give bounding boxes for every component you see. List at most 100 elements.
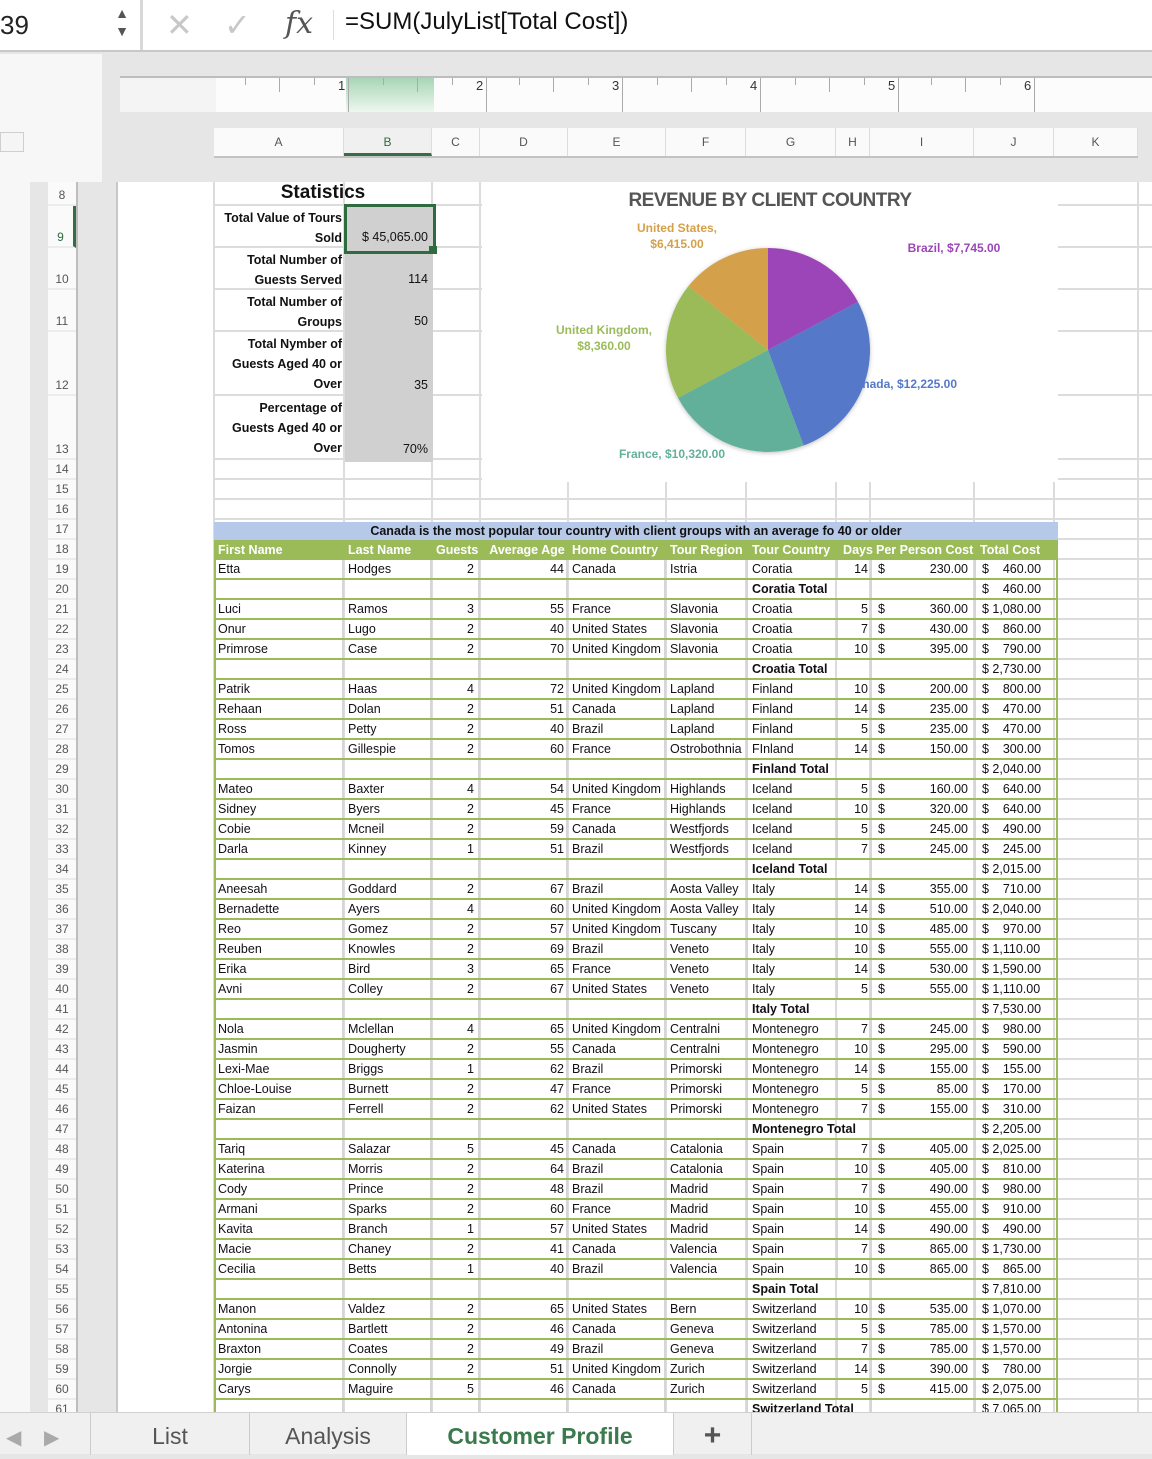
cell-pp[interactable]: $455.00 — [874, 1200, 976, 1218]
column-header-c[interactable]: C — [432, 128, 480, 156]
cell-days[interactable]: 14 — [840, 700, 872, 718]
table-row[interactable]: Reuben Knowles 2 69 Brazil Veneto Italy 10 $555.… — [214, 940, 1058, 960]
cell-age[interactable]: 65 — [482, 1300, 568, 1318]
cell-home[interactable]: Canada — [570, 1320, 666, 1338]
cell-last[interactable]: Kinney — [346, 840, 432, 858]
cell-guests[interactable]: 2 — [434, 1320, 480, 1338]
cell-days[interactable]: 7 — [840, 1100, 872, 1118]
cell-country[interactable]: Switzerland Total — [750, 1400, 870, 1412]
cell-guests[interactable]: 2 — [434, 1360, 480, 1378]
cell-pp[interactable]: $85.00 — [874, 1080, 976, 1098]
cell-guests[interactable]: 1 — [434, 1260, 480, 1278]
row-header-34[interactable]: 34 — [48, 860, 76, 880]
cell-region[interactable]: Highlands — [668, 780, 748, 798]
table-row[interactable]: Tariq Salazar 5 45 Canada Catalonia Spain 7 $405… — [214, 1140, 1058, 1160]
cell-days[interactable]: 10 — [840, 1040, 872, 1058]
table-row[interactable]: Nola Mclellan 4 65 United Kingdom Centralni Mo… — [214, 1020, 1058, 1040]
row-header-41[interactable]: 41 — [48, 1000, 76, 1020]
cell-guests[interactable]: 1 — [434, 1220, 480, 1238]
cell-region[interactable]: Veneto — [668, 940, 748, 958]
cell-days[interactable]: 5 — [840, 780, 872, 798]
cell-home[interactable]: United States — [570, 1100, 666, 1118]
cell-home[interactable] — [570, 860, 666, 878]
cell-region[interactable]: Primorski — [668, 1100, 748, 1118]
column-heading[interactable]: Per Person Cost — [874, 540, 978, 560]
cell-last[interactable]: Mclellan — [346, 1020, 432, 1038]
cell-pp[interactable] — [874, 1120, 976, 1138]
stat-value[interactable]: 70% — [346, 440, 432, 458]
cell-age[interactable]: 60 — [482, 1200, 568, 1218]
cell-guests[interactable]: 2 — [434, 640, 480, 658]
cell-country[interactable]: Coratia — [750, 560, 838, 578]
cell-total[interactable]: $ 1,570.00 — [978, 1340, 1058, 1358]
row-header-16[interactable]: 16 — [48, 500, 76, 520]
cell-region[interactable] — [668, 1120, 748, 1138]
cell-age[interactable] — [482, 760, 568, 778]
row-header-24[interactable]: 24 — [48, 660, 76, 680]
cell-pp[interactable] — [874, 660, 976, 678]
cell-age[interactable]: 62 — [482, 1060, 568, 1078]
cell-country[interactable]: Spain — [750, 1240, 838, 1258]
cell-last[interactable]: Maguire — [346, 1380, 432, 1398]
cell-pp[interactable] — [874, 860, 976, 878]
cell-total[interactable]: $ 1,570.00 — [978, 1320, 1058, 1338]
cell-total[interactable]: $ 970.00 — [978, 920, 1058, 938]
column-header-h[interactable]: H — [836, 128, 870, 156]
cell-age[interactable]: 67 — [482, 880, 568, 898]
cell-country[interactable]: Italy — [750, 900, 838, 918]
cell-last[interactable] — [346, 1400, 432, 1412]
cell-pp[interactable]: $360.00 — [874, 600, 976, 618]
chevron-left-icon[interactable]: ◀ — [6, 1425, 21, 1450]
cell-age[interactable]: 67 — [482, 980, 568, 998]
table-row[interactable]: Chloe-Louise Burnett 2 47 France Primorski Mon… — [214, 1080, 1058, 1100]
cell-pp[interactable]: $535.00 — [874, 1300, 976, 1318]
cell-last[interactable]: Ferrell — [346, 1100, 432, 1118]
name-box-stepper[interactable]: ▲ ▼ — [112, 4, 132, 44]
cell-total[interactable]: $ 310.00 — [978, 1100, 1058, 1118]
cell-pp[interactable]: $510.00 — [874, 900, 976, 918]
cell-country[interactable]: Spain — [750, 1260, 838, 1278]
table-row[interactable]: Antonina Bartlett 2 46 Canada Geneva Switzerla… — [214, 1320, 1058, 1340]
cell-days[interactable]: 5 — [840, 720, 872, 738]
cell-region[interactable]: Veneto — [668, 960, 748, 978]
cell-region[interactable]: Centralni — [668, 1040, 748, 1058]
cell-days[interactable]: 5 — [840, 1080, 872, 1098]
table-row[interactable]: Jorgie Connolly 2 51 United Kingdom Zurich Swi… — [214, 1360, 1058, 1380]
cell-age[interactable]: 65 — [482, 960, 568, 978]
cell-guests[interactable]: 2 — [434, 720, 480, 738]
table-row[interactable]: Tomos Gillespie 2 60 France Ostrobothnia FInla… — [214, 740, 1058, 760]
cell-country[interactable]: Switzerland — [750, 1380, 838, 1398]
row-header-55[interactable]: 55 — [48, 1280, 76, 1300]
table-row[interactable]: Braxton Coates 2 49 Brazil Geneva Switzerland 7… — [214, 1340, 1058, 1360]
cell-first[interactable]: Avni — [216, 980, 344, 998]
row-header-23[interactable]: 23 — [48, 640, 76, 660]
column-header-j[interactable]: J — [974, 128, 1054, 156]
row-header-46[interactable]: 46 — [48, 1100, 76, 1120]
column-heading[interactable]: Home Country — [570, 540, 668, 560]
cell-pp[interactable]: $245.00 — [874, 820, 976, 838]
cell-guests[interactable]: 4 — [434, 900, 480, 918]
cell-first[interactable] — [216, 1280, 344, 1298]
cell-guests[interactable]: 5 — [434, 1380, 480, 1398]
chevron-right-icon[interactable]: ▶ — [44, 1425, 59, 1450]
cell-total[interactable]: $ 1,070.00 — [978, 1300, 1058, 1318]
cell-age[interactable] — [482, 580, 568, 598]
column-heading[interactable]: Average Age — [482, 540, 570, 560]
cell-pp[interactable]: $430.00 — [874, 620, 976, 638]
cell-region[interactable]: Lapland — [668, 680, 748, 698]
stat-value[interactable]: 50 — [346, 312, 432, 330]
add-sheet-button[interactable]: + — [674, 1413, 752, 1455]
cell-total[interactable]: $ 170.00 — [978, 1080, 1058, 1098]
cell-region[interactable]: Madrid — [668, 1220, 748, 1238]
row-header-57[interactable]: 57 — [48, 1320, 76, 1340]
cell-home[interactable]: Brazil — [570, 1180, 666, 1198]
cell-guests[interactable]: 5 — [434, 1140, 480, 1158]
cell-guests[interactable]: 2 — [434, 560, 480, 578]
cell-total[interactable]: $ 155.00 — [978, 1060, 1058, 1078]
row-header-58[interactable]: 58 — [48, 1340, 76, 1360]
table-row[interactable]: Armani Sparks 2 60 France Madrid Spain 10 $455.0… — [214, 1200, 1058, 1220]
cell-last[interactable]: Chaney — [346, 1240, 432, 1258]
cell-days[interactable]: 14 — [840, 1220, 872, 1238]
cell-age[interactable]: 40 — [482, 720, 568, 738]
cell-country[interactable]: Switzerland — [750, 1320, 838, 1338]
